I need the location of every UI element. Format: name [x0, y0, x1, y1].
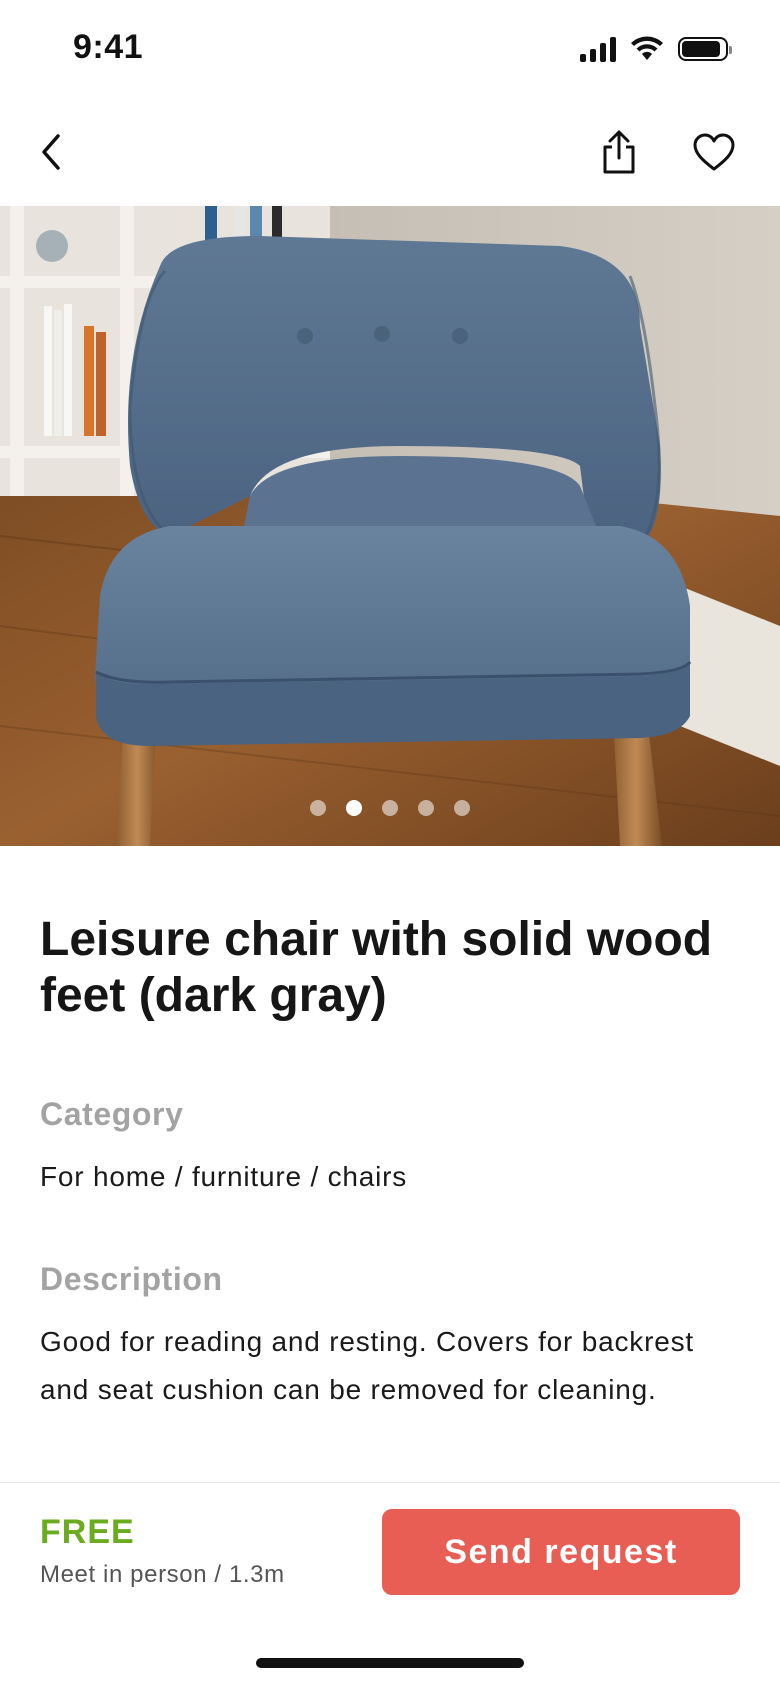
status-bar: 9:41: [0, 0, 780, 100]
send-request-button[interactable]: Send request: [382, 1509, 740, 1595]
gallery-pagination: [0, 800, 780, 816]
cellular-signal-icon: [580, 36, 616, 62]
gallery-dot[interactable]: [310, 800, 326, 816]
chevron-left-icon: [42, 134, 60, 170]
battery-level: [682, 41, 720, 57]
description-label: Description: [40, 1261, 223, 1297]
product-title: Leisure chair with solid wood feet (dark…: [40, 913, 713, 1022]
gallery-dot[interactable]: [346, 800, 362, 816]
product-image-gallery[interactable]: [0, 206, 780, 846]
armchair-photo: [0, 206, 780, 846]
home-indicator[interactable]: [256, 1658, 524, 1668]
category-value: For home / furniture / chairs: [40, 1161, 408, 1192]
favorite-button[interactable]: [684, 122, 744, 182]
description-value: Good for reading and resting. Covers for…: [40, 1326, 694, 1405]
product-details: Leisure chair with solid wood feet (dark…: [40, 912, 740, 1414]
category-label: Category: [40, 1096, 184, 1132]
gallery-dot[interactable]: [454, 800, 470, 816]
gallery-dot[interactable]: [418, 800, 434, 816]
battery-icon: [678, 37, 732, 61]
gallery-dot[interactable]: [382, 800, 398, 816]
status-icons: [580, 36, 732, 62]
status-time: 9:41: [73, 28, 144, 66]
navigation-bar: [0, 100, 780, 207]
wifi-icon: [631, 36, 663, 60]
share-button[interactable]: [589, 122, 649, 182]
pickup-info: Meet in person / 1.3m: [40, 1561, 285, 1588]
price-label: FREE: [40, 1513, 135, 1551]
back-button[interactable]: [22, 122, 82, 182]
heart-icon: [693, 133, 735, 171]
share-icon: [603, 130, 635, 174]
